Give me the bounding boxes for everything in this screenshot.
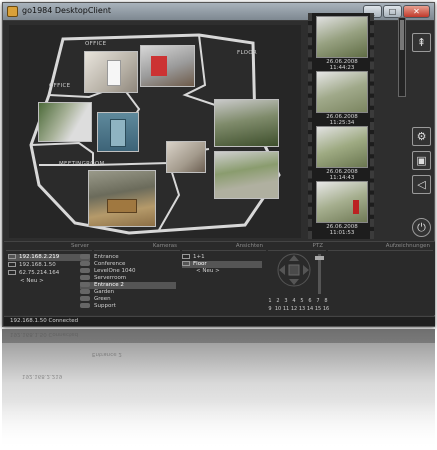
camera-list-item[interactable]: Garden <box>80 289 176 296</box>
recording-thumbnail <box>316 126 368 168</box>
server-list-item[interactable]: 62.75.214.164 <box>8 270 90 277</box>
camera-feed-green[interactable] <box>214 151 279 199</box>
ptz-preset-button[interactable]: 7 <box>314 297 322 305</box>
app-logo-icon <box>7 6 18 17</box>
section-header-recordings: Aufzeichnungen <box>328 243 433 251</box>
view-list-item[interactable]: 1+1 <box>182 254 262 261</box>
ptz-preset-button[interactable]: 3 <box>282 297 290 305</box>
camera-feed-support[interactable] <box>166 141 206 173</box>
camera-list-item[interactable]: Entrance 2 <box>80 282 176 289</box>
recording-timestamp: 26.06.2008 11:44:23 <box>326 59 358 71</box>
server-list-item[interactable]: 192.168.1.50 <box>8 262 90 269</box>
camera-feed-serverroom[interactable] <box>97 112 139 152</box>
ptz-preset-button[interactable]: 1 <box>266 297 274 305</box>
zoom-slider-handle[interactable] <box>315 256 324 260</box>
ptz-preset-button[interactable]: 11 <box>282 305 290 313</box>
section-header-server: Server <box>6 243 92 251</box>
camera-list-item[interactable]: Entrance <box>80 254 176 261</box>
ptz-preset-button[interactable]: 13 <box>298 305 306 313</box>
recording-item[interactable]: 26.06.2008 11:44:23 <box>316 16 368 71</box>
camera-list-item[interactable]: LevelOne 1040 <box>80 268 176 275</box>
window-title: go1984 DesktopClient <box>22 6 112 15</box>
ptz-preset-button[interactable]: 8 <box>322 297 330 305</box>
recording-thumbnail <box>316 71 368 113</box>
recording-item[interactable]: 26.06.2008 11:14:43 <box>316 126 368 181</box>
ptz-down-icon <box>289 279 299 285</box>
camera-feed-office[interactable] <box>84 51 138 93</box>
ptz-preset-button[interactable]: 10 <box>274 305 282 313</box>
table-shape <box>107 199 137 213</box>
power-icon[interactable]: ⏻ <box>412 218 431 237</box>
scroll-up-icon[interactable]: ⇞ <box>412 33 431 52</box>
window-reflection: 192.168.1.50 Connected Entrance 2 192.16… <box>2 329 435 450</box>
ptz-preset-button[interactable]: 9 <box>266 305 274 313</box>
recording-thumbnail <box>316 16 368 58</box>
section-header-ptz: PTZ <box>268 243 326 251</box>
server-list-item[interactable]: 192.168.2.219 <box>8 254 90 261</box>
scrollbar-thumb[interactable] <box>400 20 404 50</box>
recording-item[interactable]: 26.06.2008 11:01:53 <box>316 181 368 236</box>
ptz-preset-button[interactable]: 16 <box>322 305 330 313</box>
section-header-views: Ansichten <box>182 243 266 251</box>
section-header-cameras: Kameras <box>94 243 180 251</box>
vertical-scrollbar[interactable] <box>398 17 406 97</box>
snapshot-icon[interactable]: ▣ <box>412 151 431 170</box>
app-window: go1984 DesktopClient _ □ ✕ OFFICE FLOOR … <box>2 2 435 327</box>
ptz-joystick[interactable] <box>276 252 312 288</box>
reflection-status-text: 192.168.1.50 Connected <box>10 331 79 337</box>
speaker-icon[interactable]: ◁ <box>412 175 431 194</box>
right-toolbar: ⇞ ⚙ ▣ ◁ ⏻ <box>379 13 433 239</box>
ptz-up-icon <box>289 255 299 261</box>
ptz-preset-button[interactable]: 6 <box>306 297 314 305</box>
door-shape <box>107 60 121 86</box>
ptz-right-icon <box>303 265 309 275</box>
camera-feed-hallway[interactable] <box>140 45 195 87</box>
ptz-preset-button[interactable]: 15 <box>314 305 322 313</box>
bottom-panel: Server Kameras Ansichten PTZ Aufzeichnun… <box>4 241 435 315</box>
recording-timestamp: 26.06.2008 11:14:43 <box>326 169 358 181</box>
recording-item[interactable]: 26.06.2008 11:25:34 <box>316 71 368 126</box>
room-label-office-top: OFFICE <box>85 41 107 47</box>
recording-thumbnail <box>316 181 368 223</box>
settings-tool-icon[interactable]: ⚙ <box>412 127 431 146</box>
ptz-left-icon <box>279 265 285 275</box>
reflection-server-text: 192.168.2.219 <box>22 373 63 379</box>
camera-list-item[interactable]: Support <box>80 303 176 310</box>
floor-plan: OFFICE FLOOR OFFICE MEETINGROOM <box>9 25 301 238</box>
rack-shape <box>110 119 126 147</box>
camera-feed-garden[interactable] <box>214 99 279 147</box>
ptz-preset-button[interactable]: 4 <box>290 297 298 305</box>
camera-feed-office-plant[interactable] <box>38 102 92 142</box>
view-list-item[interactable]: Floor <box>182 261 262 268</box>
recordings-filmstrip: 26.06.2008 11:44:23 26.06.2008 11:25:34 … <box>308 13 374 239</box>
red-object-shape <box>151 56 167 76</box>
room-label-office-left: OFFICE <box>49 83 71 89</box>
new-view-item[interactable]: < Neu > <box>196 268 262 275</box>
ptz-zoom-slider[interactable] <box>315 254 324 294</box>
reflection-camera-text: Entrance 2 <box>92 351 122 357</box>
status-bar: 192.168.1.50 Connected <box>4 316 435 326</box>
camera-list-item[interactable]: Serverroom <box>80 275 176 282</box>
reflection-fade <box>2 401 435 450</box>
ptz-preset-button[interactable]: 2 <box>274 297 282 305</box>
room-label-floor: FLOOR <box>237 50 258 56</box>
camera-list-item[interactable]: Conference <box>80 261 176 268</box>
ptz-preset-button[interactable]: 14 <box>306 305 314 313</box>
ptz-preset-button[interactable]: 12 <box>290 305 298 313</box>
room-label-meetingroom: MEETINGROOM <box>59 161 105 167</box>
ptz-preset-button[interactable]: 5 <box>298 297 306 305</box>
recording-timestamp: 26.06.2008 11:25:34 <box>326 114 358 126</box>
person-shape <box>353 200 359 214</box>
camera-list-item[interactable]: Green <box>80 296 176 303</box>
recording-timestamp: 26.06.2008 11:01:53 <box>326 224 358 236</box>
camera-feed-meetingroom[interactable] <box>88 170 156 227</box>
